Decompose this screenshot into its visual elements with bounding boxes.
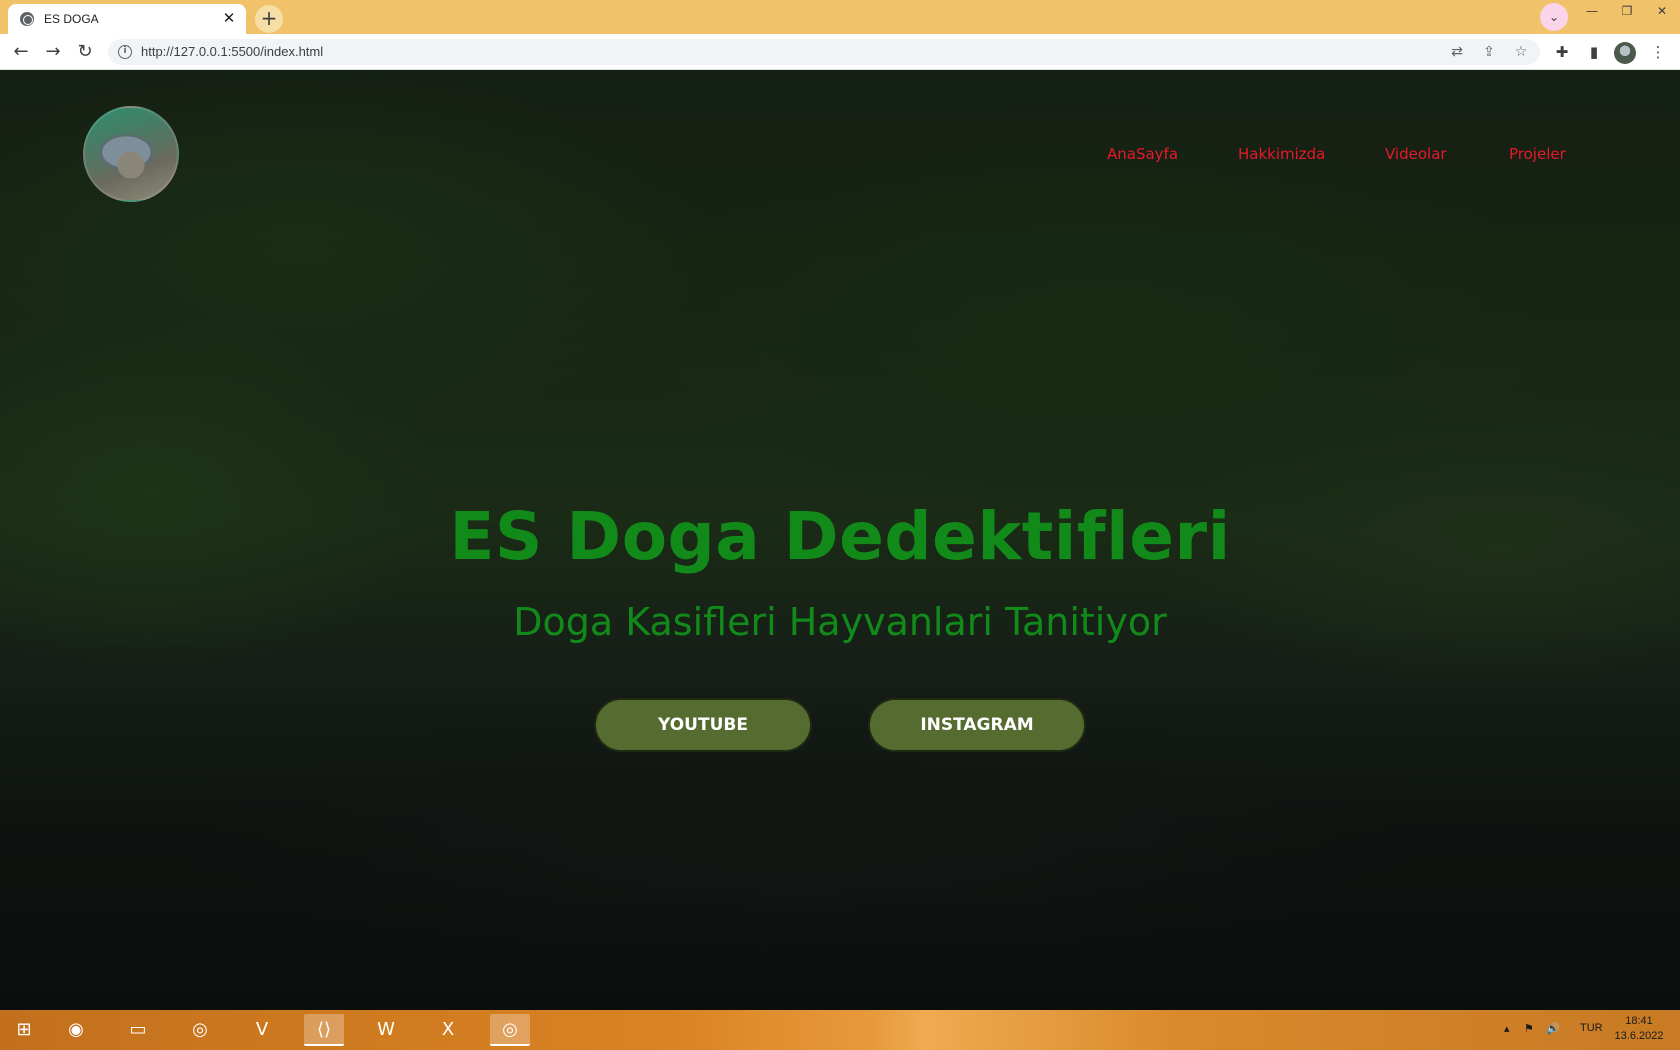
back-button[interactable]: ← <box>9 40 33 64</box>
hero-title: ES Doga Dedektifleri <box>449 498 1231 575</box>
browser-toolbar: ← → ↻ i http://127.0.0.1:5500/index.html… <box>0 34 1680 70</box>
assistant-app-icon[interactable]: ◉ <box>56 1014 96 1046</box>
profile-avatar[interactable] <box>1614 42 1636 64</box>
volume-icon[interactable]: 🔊 <box>1546 1022 1560 1035</box>
web-page: AnaSayfa Hakkimizda Videolar Projeler ES… <box>0 70 1680 1010</box>
taskbar: ⊞ ◉ ▭ ◎ V ⟨⟩ W X ◎ ▴ ⚑ 🔊 TUR 18:41 13.6.… <box>0 1010 1680 1050</box>
menu-icon[interactable]: ⋮ <box>1646 40 1670 64</box>
browser-tab[interactable]: ES DOGA ✕ <box>8 4 246 34</box>
nav-videolar[interactable]: Videolar <box>1385 145 1447 163</box>
clock[interactable]: 18:41 13.6.2022 <box>1606 1014 1672 1044</box>
side-panel-icon[interactable]: ▮ <box>1582 40 1606 64</box>
extensions-icon[interactable]: ✚ <box>1550 40 1574 64</box>
chrome-active-icon[interactable]: ◎ <box>490 1014 530 1046</box>
language-indicator[interactable]: TUR <box>1580 1022 1603 1034</box>
clock-date: 13.6.2022 <box>1614 1030 1664 1042</box>
hero-subtitle: Doga Kasifleri Hayvanlari Tanitiyor <box>513 600 1167 644</box>
chrome-icon[interactable]: ◎ <box>180 1014 220 1046</box>
site-logo-turtle[interactable] <box>83 106 179 202</box>
close-tab-icon[interactable]: ✕ <box>220 9 238 27</box>
tab-strip: ES DOGA ✕ + ⌄ — ❐ ✕ <box>0 0 1680 34</box>
nav-anasayfa[interactable]: AnaSayfa <box>1107 145 1178 163</box>
share-icon[interactable]: ⇪ <box>1480 43 1498 61</box>
address-bar[interactable]: i http://127.0.0.1:5500/index.html ⇄ ⇪ ☆ <box>108 39 1540 65</box>
url-text[interactable]: http://127.0.0.1:5500/index.html <box>141 44 323 59</box>
new-tab-button[interactable]: + <box>255 5 283 33</box>
close-window-button[interactable]: ✕ <box>1645 2 1679 20</box>
nav-projeler[interactable]: Projeler <box>1509 145 1566 163</box>
file-explorer-icon[interactable]: ▭ <box>118 1014 158 1046</box>
nav-hakkimizda[interactable]: Hakkimizda <box>1238 145 1325 163</box>
tab-search-button[interactable]: ⌄ <box>1540 3 1568 31</box>
visio-icon[interactable]: V <box>242 1014 282 1046</box>
instagram-button[interactable]: INSTAGRAM <box>868 698 1086 752</box>
globe-icon <box>20 12 34 26</box>
translate-icon[interactable]: ⇄ <box>1448 43 1466 61</box>
windows-start-icon[interactable]: ⊞ <box>4 1014 44 1046</box>
tab-title: ES DOGA <box>44 12 99 26</box>
forward-button[interactable]: → <box>41 40 65 64</box>
info-icon[interactable]: i <box>118 45 132 59</box>
vscode-icon[interactable]: ⟨⟩ <box>304 1014 344 1046</box>
clock-time: 18:41 <box>1625 1015 1653 1027</box>
minimize-button[interactable]: — <box>1575 2 1609 20</box>
tray-chevron-icon[interactable]: ▴ <box>1504 1022 1510 1035</box>
flag-icon[interactable]: ⚑ <box>1524 1022 1534 1035</box>
word-icon[interactable]: W <box>366 1014 406 1046</box>
excel-icon[interactable]: X <box>428 1014 468 1046</box>
restore-button[interactable]: ❐ <box>1610 2 1644 20</box>
reload-button[interactable]: ↻ <box>73 40 97 64</box>
youtube-button[interactable]: YOUTUBE <box>594 698 812 752</box>
bookmark-star-icon[interactable]: ☆ <box>1512 43 1530 61</box>
